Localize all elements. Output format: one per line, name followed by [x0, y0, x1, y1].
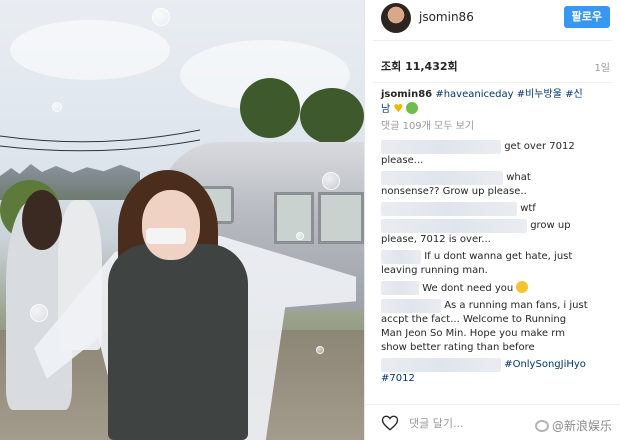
blurred-username — [381, 281, 419, 295]
comment-text: please, 7012 is over... — [381, 234, 491, 245]
view-count: 조회 11,432회 — [381, 60, 458, 73]
trailer-window — [318, 192, 364, 244]
divider — [373, 40, 612, 41]
soap-bubble — [316, 346, 324, 354]
stats-row: 조회 11,432회 1일 — [381, 58, 610, 74]
comment-text: wtf — [520, 203, 536, 214]
post-photo[interactable] — [0, 0, 364, 440]
frog-emoji — [406, 102, 419, 114]
post-username[interactable]: jsomin86 — [419, 10, 564, 24]
bystander-head — [22, 190, 62, 250]
caption-username[interactable]: jsomin86 — [381, 89, 432, 100]
view-all-comments[interactable]: 댓글 109개 모두 보기 — [381, 120, 610, 134]
comment-item: grow up please, 7012 is over... — [381, 219, 610, 247]
comment-item: #OnlySongJiHyo #7012 — [381, 358, 610, 386]
post-header: jsomin86 팔로우 — [365, 0, 620, 34]
blurred-username — [381, 219, 527, 233]
blurred-username — [381, 250, 421, 264]
tree — [240, 78, 300, 138]
comment-text: As a running man fans, i just — [444, 300, 588, 311]
hashtag[interactable]: #OnlySongJiHyo — [504, 359, 586, 370]
watermark-text: @新浪娱乐 — [551, 419, 612, 433]
follow-button[interactable]: 팔로우 — [563, 6, 610, 28]
divider — [373, 82, 612, 83]
soap-bubble — [322, 172, 340, 190]
blurred-username — [381, 171, 503, 185]
blurred-username — [381, 299, 441, 313]
comment-text: leaving running man. — [381, 265, 488, 276]
face — [142, 190, 200, 260]
comment-item: If u dont wanna get hate, just leaving r… — [381, 250, 610, 278]
comment-item: We dont need you — [381, 281, 610, 296]
heart-icon[interactable] — [381, 414, 399, 432]
yellow-heart-emoji: ♥ — [393, 102, 404, 115]
trailer-window — [274, 192, 314, 244]
cloud — [10, 20, 170, 80]
caption: jsomin86 #haveaniceday #비누방울 #신 남 ♥ — [381, 88, 610, 117]
hashtag[interactable]: #haveaniceday — [435, 89, 513, 100]
hashtag[interactable]: #7012 — [381, 373, 415, 384]
comment-item: wtf — [381, 202, 610, 216]
blurred-username — [381, 140, 501, 154]
tree — [300, 88, 364, 144]
weibo-logo-icon — [534, 419, 549, 432]
comment-text: Man Jeon So Min. Hope you make rm — [381, 328, 565, 339]
jacket — [108, 244, 248, 440]
comment-text: what — [506, 172, 531, 183]
comment-text: accpt the fact... Welcome to Running — [381, 314, 567, 325]
grinning-emoji — [516, 281, 529, 293]
comment-item: get over 7012 please... — [381, 140, 610, 168]
comment-text: show better rating than before — [381, 342, 535, 353]
face-mask — [146, 228, 186, 244]
comment-text: grow up — [530, 220, 571, 231]
post-date[interactable]: 1일 — [594, 59, 610, 74]
soap-bubble — [52, 102, 62, 112]
soap-bubble — [30, 304, 48, 322]
comment-text: If u dont wanna get hate, just — [424, 251, 573, 262]
avatar[interactable] — [381, 3, 411, 33]
blurred-username — [381, 358, 501, 372]
comment-text: We dont need you — [422, 283, 514, 294]
watermark: @新浪娱乐 — [534, 417, 612, 434]
comment-text: get over 7012 — [504, 141, 575, 152]
comment-text: nonsense?? Grow up please.. — [381, 186, 527, 197]
comment-item: As a running man fans, i just accpt the … — [381, 299, 610, 355]
comment-text: please... — [381, 155, 424, 166]
hashtag[interactable]: #비누방울 — [517, 89, 562, 100]
bunting-string — [0, 129, 200, 152]
hashtag[interactable]: #신 — [565, 89, 583, 100]
blurred-username — [381, 202, 517, 216]
soap-bubble — [152, 8, 170, 26]
comment-list: jsomin86 #haveaniceday #비누방울 #신 남 ♥ 댓글 1… — [381, 88, 610, 389]
comment-item: what nonsense?? Grow up please.. — [381, 171, 610, 199]
post-sidebar: jsomin86 팔로우 조회 11,432회 1일 jsomin86 #hav… — [364, 0, 620, 440]
hashtag[interactable]: 남 — [381, 104, 390, 115]
soap-bubble — [296, 232, 304, 240]
